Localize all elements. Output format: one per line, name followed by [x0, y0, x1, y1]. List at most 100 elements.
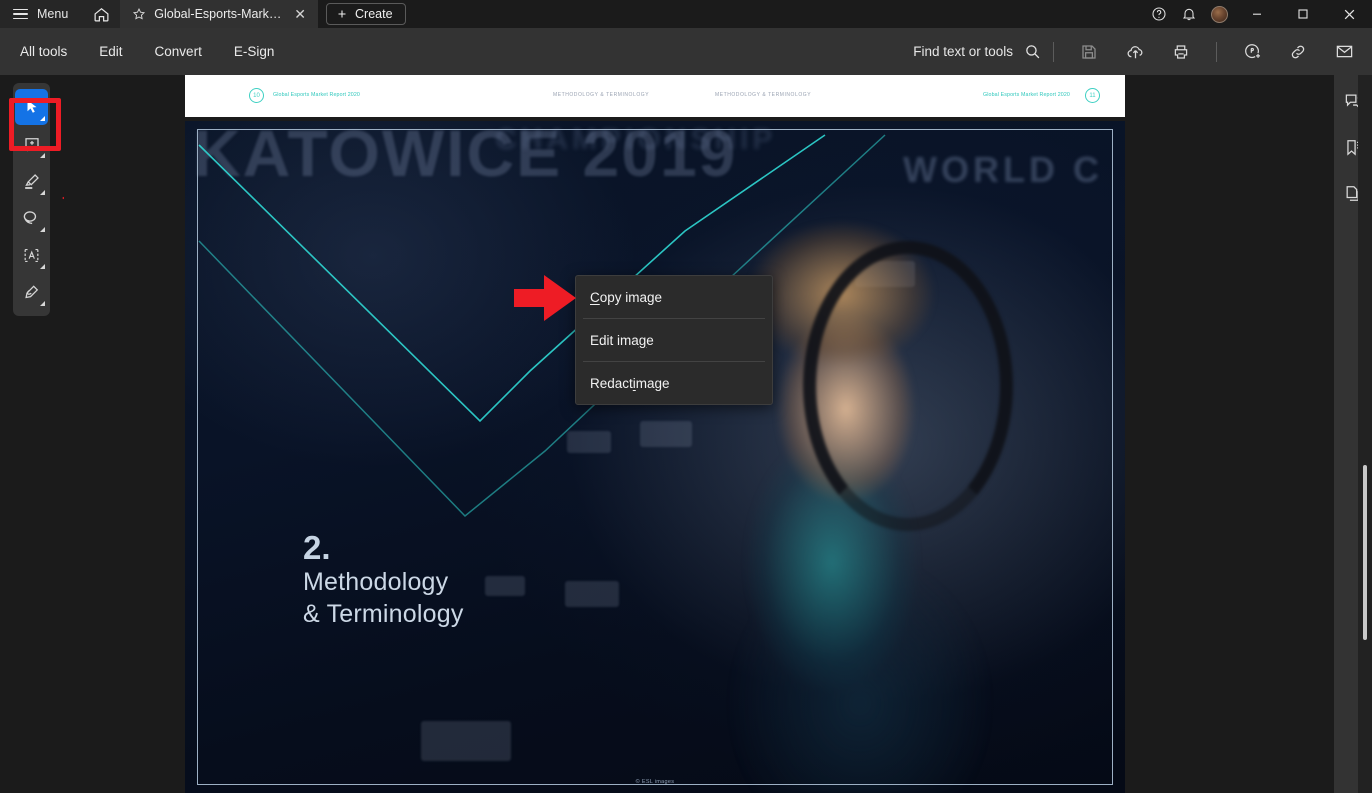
background-logo-4: [565, 581, 619, 607]
save-button[interactable]: [1077, 40, 1101, 64]
print-button[interactable]: [1169, 40, 1193, 64]
menu-button-label: Menu: [37, 7, 69, 21]
tab-close-icon[interactable]: ✕: [290, 7, 310, 21]
bell-icon: [1182, 8, 1196, 21]
vertical-scrollbar-thumb[interactable]: [1363, 465, 1367, 640]
help-button[interactable]: [1144, 0, 1174, 28]
home-button[interactable]: [82, 0, 121, 28]
menu-item-all-tools[interactable]: All tools: [10, 44, 77, 59]
title-bar: Menu Global-Esports-Market-… ✕ Create: [0, 0, 1372, 28]
cloud-upload-button[interactable]: [1123, 40, 1147, 64]
vertical-scrollbar[interactable]: [1358, 75, 1372, 793]
header-report-title-left: Global Esports Market Report 2020: [273, 92, 360, 98]
mail-icon: [1336, 45, 1352, 58]
document-tab[interactable]: Global-Esports-Market-… ✕: [120, 0, 319, 28]
lasso-tool-caret-icon: [40, 227, 45, 232]
comment-tool-button[interactable]: [15, 126, 48, 162]
menu-item-convert[interactable]: Convert: [145, 44, 212, 59]
add-comment-icon: [1244, 44, 1260, 58]
select-tool-caret-icon: [40, 116, 45, 121]
edit-image-label-a: Edit ima: [590, 332, 639, 348]
tool-stack: [13, 83, 50, 316]
image-context-menu[interactable]: Copy image Edit ima g e Redact i mage: [575, 275, 773, 405]
create-button-label: Create: [355, 7, 393, 21]
page-header-inner: 10 Global Esports Market Report 2020 MET…: [185, 75, 1125, 117]
titlebar-right-group: [1144, 0, 1372, 28]
find-label: Find text or tools: [913, 44, 1013, 59]
lasso-icon: [23, 210, 37, 224]
document-viewer[interactable]: 10 Global Esports Market Report 2020 MET…: [64, 75, 1334, 793]
header-report-title-right: Global Esports Market Report 2020: [983, 92, 1070, 98]
search-icon: [1026, 45, 1040, 59]
header-section-label-2: METHODOLOGY & TERMINOLOGY: [715, 92, 812, 98]
maximize-button[interactable]: [1280, 0, 1326, 28]
text-select-tool-button[interactable]: [15, 237, 48, 273]
notifications-button[interactable]: [1174, 0, 1204, 28]
highlighter-icon: [25, 173, 39, 189]
section-title-line-1: Methodology: [303, 567, 449, 596]
home-icon: [94, 7, 109, 21]
menu-item-edit[interactable]: Edit: [89, 44, 132, 59]
cursor-arrow-icon: [27, 100, 36, 113]
highlight-tool-caret-icon: [40, 190, 45, 195]
section-title-line-2: & Terminology: [303, 599, 464, 628]
redact-image-label-a: Redact: [590, 375, 633, 391]
find-tools-button[interactable]: Find text or tools: [913, 43, 1041, 60]
draw-tool-button[interactable]: [15, 274, 48, 310]
page-number-badge-right: 11: [1085, 88, 1100, 103]
window-close-button[interactable]: [1326, 0, 1372, 28]
background-logo-1: [567, 431, 611, 453]
select-text-icon: [24, 248, 39, 262]
context-menu-item-edit-image[interactable]: Edit ima g e: [576, 319, 772, 361]
copy-image-label: opy image: [599, 289, 663, 305]
account-button[interactable]: [1204, 0, 1234, 28]
application-window: Menu Global-Esports-Market-… ✕ Create Al…: [0, 0, 1372, 793]
star-icon[interactable]: [132, 7, 146, 21]
image-credit: © ESL images: [635, 779, 675, 785]
save-icon: [1082, 44, 1096, 59]
section-number: 2.: [303, 529, 331, 566]
link-icon: [1291, 45, 1305, 58]
menubar-divider-2: [1216, 41, 1217, 62]
left-tool-rail: [0, 75, 128, 793]
document-page-image[interactable]: KATOWICE 2019 CHAMPIONSHIP WORLD C 2. Me…: [185, 121, 1125, 793]
cloud-upload-icon: [1127, 46, 1142, 59]
plus-icon: [338, 10, 346, 18]
window-close-icon: [1344, 9, 1354, 19]
menu-item-e-sign[interactable]: E-Sign: [224, 44, 285, 59]
menu-bar: All tools Edit Convert E-Sign Find text …: [0, 28, 1372, 75]
comment-tool-caret-icon: [40, 153, 45, 158]
context-menu-item-redact-image[interactable]: Redact i mage: [576, 362, 772, 404]
add-comment-button[interactable]: [1240, 40, 1264, 64]
select-tool-button[interactable]: [15, 89, 48, 125]
tab-title: Global-Esports-Market-…: [154, 7, 283, 21]
text-select-tool-caret-icon: [40, 264, 45, 269]
highlight-tool-button[interactable]: [15, 163, 48, 199]
background-text-championship: CHAMPIONSHIP: [495, 123, 777, 156]
user-avatar: [1210, 5, 1228, 23]
background-logo-5: [421, 721, 511, 761]
create-button[interactable]: Create: [326, 3, 406, 25]
annotation-arrow-right: [514, 275, 576, 321]
edit-image-mnemonic: g: [638, 332, 647, 348]
share-link-button[interactable]: [1286, 40, 1310, 64]
draw-tool-caret-icon: [40, 301, 45, 306]
menu-button[interactable]: Menu: [0, 0, 83, 28]
titlebar-spacer: [406, 0, 1144, 28]
pen-draw-icon: [25, 284, 39, 298]
context-menu-item-copy-image[interactable]: Copy image: [576, 276, 772, 318]
document-page-header: 10 Global Esports Market Report 2020 MET…: [185, 75, 1125, 117]
email-button[interactable]: [1332, 40, 1356, 64]
edit-image-label-b: e: [646, 332, 654, 348]
page-title-block: 2. Methodology & Terminology: [303, 529, 464, 630]
minimize-button[interactable]: [1234, 0, 1280, 28]
add-comment-icon: [24, 138, 39, 152]
hamburger-icon: [13, 8, 28, 20]
lasso-tool-button[interactable]: [15, 200, 48, 236]
headset-shape: [803, 241, 1013, 531]
redact-image-label-b: mage: [635, 375, 670, 391]
copy-image-mnemonic: C: [590, 289, 600, 305]
header-section-label-1: METHODOLOGY & TERMINOLOGY: [553, 92, 650, 98]
help-circle-icon: [1152, 7, 1166, 21]
menubar-divider-1: [1053, 41, 1054, 62]
